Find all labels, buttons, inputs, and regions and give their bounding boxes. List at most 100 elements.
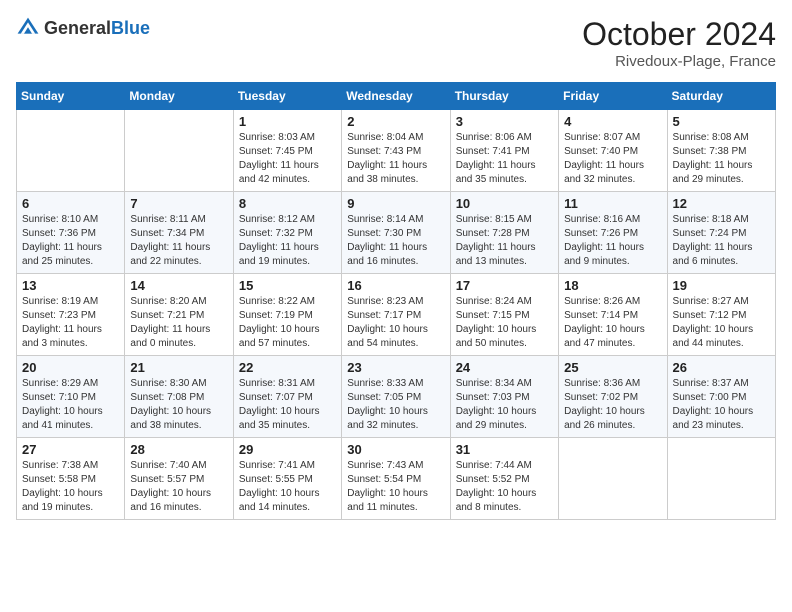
calendar-cell: 9 Sunrise: 8:14 AMSunset: 7:30 PMDaylight…	[342, 192, 450, 274]
day-number: 19	[673, 278, 770, 293]
day-info: Sunrise: 8:29 AMSunset: 7:10 PMDaylight:…	[22, 377, 119, 433]
day-number: 10	[456, 196, 553, 211]
day-number: 7	[130, 196, 227, 211]
day-number: 24	[456, 360, 553, 375]
day-info: Sunrise: 7:41 AMSunset: 5:55 PMDaylight:…	[239, 459, 336, 515]
day-info: Sunrise: 8:24 AMSunset: 7:15 PMDaylight:…	[456, 295, 553, 351]
calendar-cell: 7 Sunrise: 8:11 AMSunset: 7:34 PMDaylight…	[125, 192, 233, 274]
day-info: Sunrise: 8:33 AMSunset: 7:05 PMDaylight:…	[347, 377, 444, 433]
calendar-cell: 12Sunrise: 8:18 AMSunset: 7:24 PMDayligh…	[667, 192, 775, 274]
calendar-cell	[559, 438, 667, 520]
day-info: Sunrise: 8:31 AMSunset: 7:07 PMDaylight:…	[239, 377, 336, 433]
calendar-cell: 3 Sunrise: 8:06 AMSunset: 7:41 PMDaylight…	[450, 110, 558, 192]
calendar-cell: 28 Sunrise: 7:40 AMSunset: 5:57 PMDayligh…	[125, 438, 233, 520]
calendar-cell: 23 Sunrise: 8:33 AMSunset: 7:05 PMDayligh…	[342, 356, 450, 438]
calendar-week-row: 13 Sunrise: 8:19 AMSunset: 7:23 PMDayligh…	[17, 274, 776, 356]
day-number: 26	[673, 360, 770, 375]
calendar-cell: 18Sunrise: 8:26 AMSunset: 7:14 PMDayligh…	[559, 274, 667, 356]
day-number: 4	[564, 114, 661, 129]
day-number: 16	[347, 278, 444, 293]
calendar-cell: 21Sunrise: 8:30 AMSunset: 7:08 PMDayligh…	[125, 356, 233, 438]
month-title: October 2024	[582, 16, 776, 53]
day-info: Sunrise: 8:16 AMSunset: 7:26 PMDaylight:…	[564, 213, 661, 269]
day-info: Sunrise: 8:12 AMSunset: 7:32 PMDaylight:…	[239, 213, 336, 269]
logo-text: GeneralBlue	[44, 18, 150, 39]
day-of-week-header: Sunday	[17, 83, 125, 110]
calendar-cell: 26 Sunrise: 8:37 AMSunset: 7:00 PMDayligh…	[667, 356, 775, 438]
day-number: 6	[22, 196, 119, 211]
calendar-cell: 27 Sunrise: 7:38 AMSunset: 5:58 PMDayligh…	[17, 438, 125, 520]
calendar-week-row: 20Sunrise: 8:29 AMSunset: 7:10 PMDayligh…	[17, 356, 776, 438]
day-info: Sunrise: 8:20 AMSunset: 7:21 PMDaylight:…	[130, 295, 227, 351]
day-number: 1	[239, 114, 336, 129]
day-info: Sunrise: 8:19 AMSunset: 7:23 PMDaylight:…	[22, 295, 119, 351]
calendar-cell: 6 Sunrise: 8:10 AMSunset: 7:36 PMDaylight…	[17, 192, 125, 274]
logo: GeneralBlue	[16, 16, 150, 40]
calendar-week-row: 1 Sunrise: 8:03 AMSunset: 7:45 PMDaylight…	[17, 110, 776, 192]
day-info: Sunrise: 8:34 AMSunset: 7:03 PMDaylight:…	[456, 377, 553, 433]
day-info: Sunrise: 8:15 AMSunset: 7:28 PMDaylight:…	[456, 213, 553, 269]
day-number: 8	[239, 196, 336, 211]
day-number: 3	[456, 114, 553, 129]
calendar-cell: 8 Sunrise: 8:12 AMSunset: 7:32 PMDaylight…	[233, 192, 341, 274]
calendar-cell: 5 Sunrise: 8:08 AMSunset: 7:38 PMDaylight…	[667, 110, 775, 192]
day-info: Sunrise: 8:07 AMSunset: 7:40 PMDaylight:…	[564, 131, 661, 187]
day-info: Sunrise: 8:08 AMSunset: 7:38 PMDaylight:…	[673, 131, 770, 187]
calendar-cell: 2 Sunrise: 8:04 AMSunset: 7:43 PMDaylight…	[342, 110, 450, 192]
day-number: 13	[22, 278, 119, 293]
day-number: 9	[347, 196, 444, 211]
calendar-cell: 24 Sunrise: 8:34 AMSunset: 7:03 PMDayligh…	[450, 356, 558, 438]
day-number: 5	[673, 114, 770, 129]
day-info: Sunrise: 8:22 AMSunset: 7:19 PMDaylight:…	[239, 295, 336, 351]
calendar-cell: 16 Sunrise: 8:23 AMSunset: 7:17 PMDayligh…	[342, 274, 450, 356]
day-info: Sunrise: 8:10 AMSunset: 7:36 PMDaylight:…	[22, 213, 119, 269]
calendar-cell: 31Sunrise: 7:44 AMSunset: 5:52 PMDayligh…	[450, 438, 558, 520]
day-of-week-header: Monday	[125, 83, 233, 110]
day-number: 30	[347, 442, 444, 457]
calendar-table: SundayMondayTuesdayWednesdayThursdayFrid…	[16, 82, 776, 520]
calendar-cell: 22 Sunrise: 8:31 AMSunset: 7:07 PMDayligh…	[233, 356, 341, 438]
calendar-cell: 25Sunrise: 8:36 AMSunset: 7:02 PMDayligh…	[559, 356, 667, 438]
day-number: 23	[347, 360, 444, 375]
location-title: Rivedoux-Plage, France	[582, 53, 776, 70]
calendar-cell: 13 Sunrise: 8:19 AMSunset: 7:23 PMDayligh…	[17, 274, 125, 356]
calendar-cell: 17 Sunrise: 8:24 AMSunset: 7:15 PMDayligh…	[450, 274, 558, 356]
day-info: Sunrise: 8:36 AMSunset: 7:02 PMDaylight:…	[564, 377, 661, 433]
calendar-cell: 15Sunrise: 8:22 AMSunset: 7:19 PMDayligh…	[233, 274, 341, 356]
calendar-cell: 10 Sunrise: 8:15 AMSunset: 7:28 PMDayligh…	[450, 192, 558, 274]
day-info: Sunrise: 8:11 AMSunset: 7:34 PMDaylight:…	[130, 213, 227, 269]
calendar-cell: 14 Sunrise: 8:20 AMSunset: 7:21 PMDayligh…	[125, 274, 233, 356]
logo-icon	[16, 16, 40, 40]
day-number: 2	[347, 114, 444, 129]
calendar-cell	[125, 110, 233, 192]
day-info: Sunrise: 7:38 AMSunset: 5:58 PMDaylight:…	[22, 459, 119, 515]
day-number: 29	[239, 442, 336, 457]
day-info: Sunrise: 8:04 AMSunset: 7:43 PMDaylight:…	[347, 131, 444, 187]
page-header: GeneralBlue October 2024 Rivedoux-Plage,…	[16, 16, 776, 70]
day-number: 28	[130, 442, 227, 457]
day-of-week-header: Tuesday	[233, 83, 341, 110]
day-number: 27	[22, 442, 119, 457]
day-number: 22	[239, 360, 336, 375]
day-info: Sunrise: 7:40 AMSunset: 5:57 PMDaylight:…	[130, 459, 227, 515]
day-info: Sunrise: 8:26 AMSunset: 7:14 PMDaylight:…	[564, 295, 661, 351]
day-info: Sunrise: 8:14 AMSunset: 7:30 PMDaylight:…	[347, 213, 444, 269]
day-info: Sunrise: 8:06 AMSunset: 7:41 PMDaylight:…	[456, 131, 553, 187]
day-info: Sunrise: 8:03 AMSunset: 7:45 PMDaylight:…	[239, 131, 336, 187]
calendar-cell: 19 Sunrise: 8:27 AMSunset: 7:12 PMDayligh…	[667, 274, 775, 356]
day-info: Sunrise: 8:23 AMSunset: 7:17 PMDaylight:…	[347, 295, 444, 351]
day-of-week-header: Wednesday	[342, 83, 450, 110]
calendar-cell: 29 Sunrise: 7:41 AMSunset: 5:55 PMDayligh…	[233, 438, 341, 520]
calendar-cell	[17, 110, 125, 192]
day-number: 14	[130, 278, 227, 293]
calendar-week-row: 6 Sunrise: 8:10 AMSunset: 7:36 PMDaylight…	[17, 192, 776, 274]
day-info: Sunrise: 8:37 AMSunset: 7:00 PMDaylight:…	[673, 377, 770, 433]
day-info: Sunrise: 8:27 AMSunset: 7:12 PMDaylight:…	[673, 295, 770, 351]
calendar-header-row: SundayMondayTuesdayWednesdayThursdayFrid…	[17, 83, 776, 110]
calendar-cell: 30Sunrise: 7:43 AMSunset: 5:54 PMDayligh…	[342, 438, 450, 520]
day-number: 17	[456, 278, 553, 293]
day-info: Sunrise: 8:18 AMSunset: 7:24 PMDaylight:…	[673, 213, 770, 269]
day-number: 11	[564, 196, 661, 211]
calendar-cell	[667, 438, 775, 520]
day-info: Sunrise: 7:44 AMSunset: 5:52 PMDaylight:…	[456, 459, 553, 515]
